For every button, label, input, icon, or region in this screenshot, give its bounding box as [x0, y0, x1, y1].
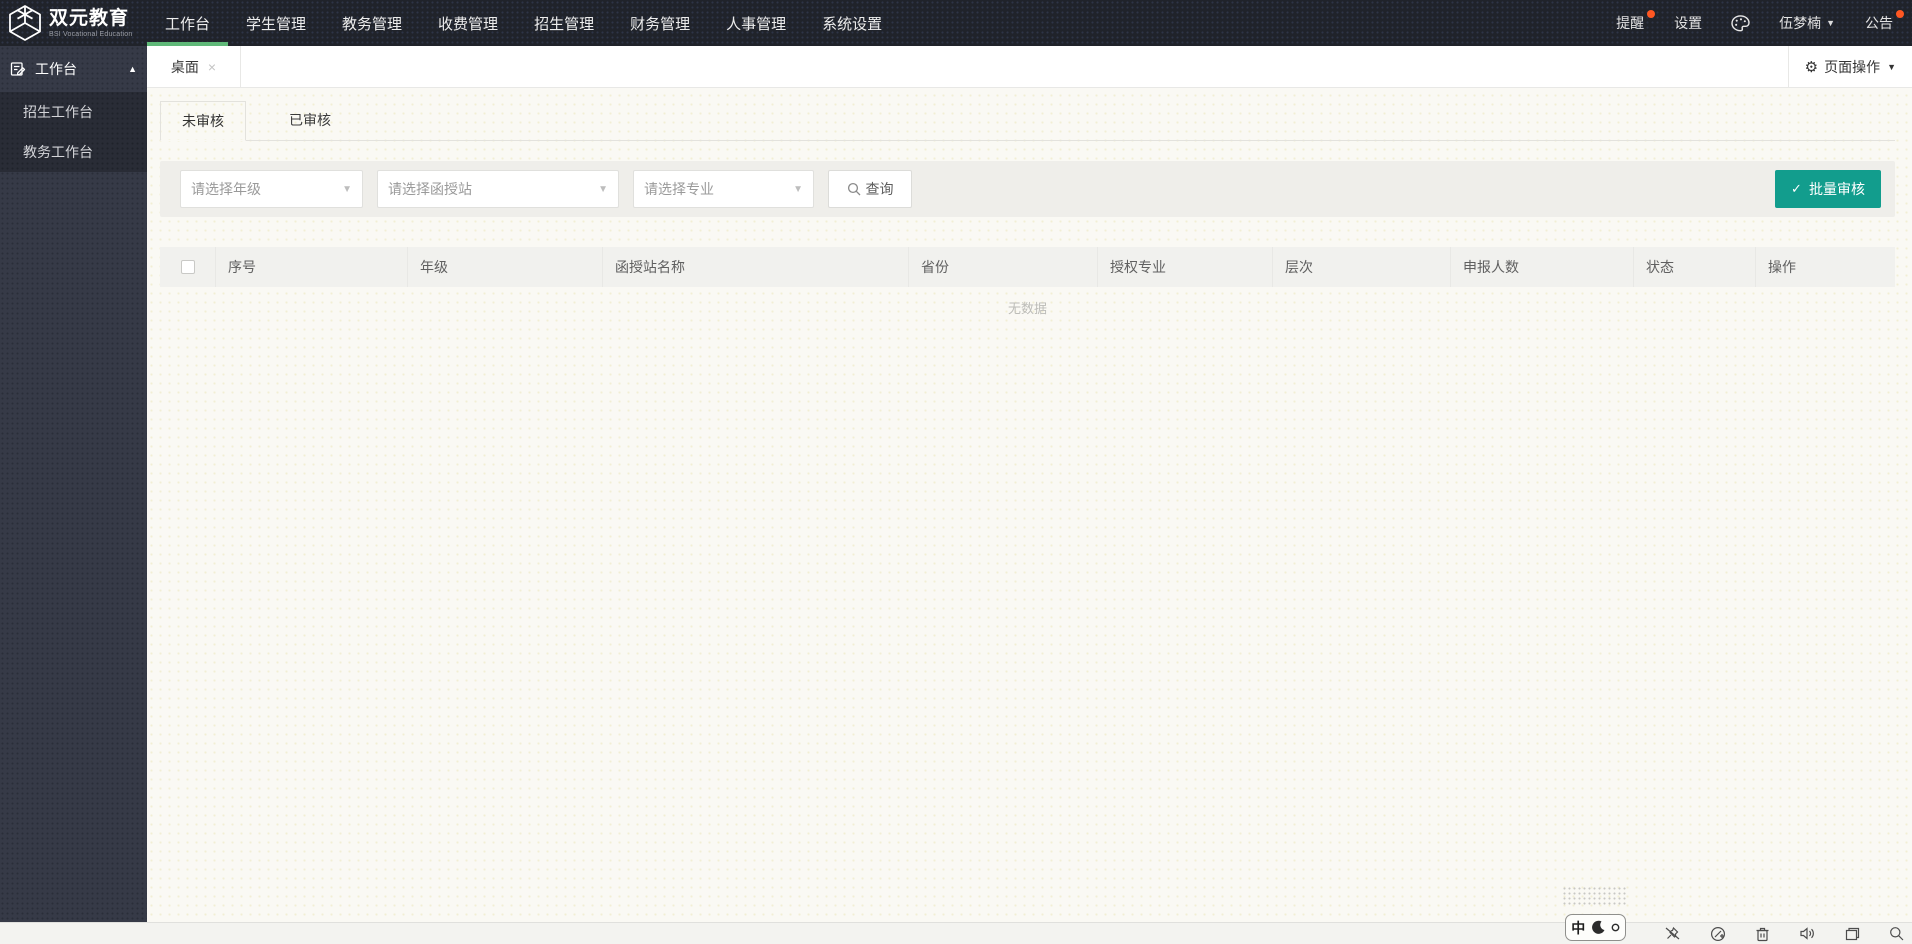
topnav-item-enrollment[interactable]: 招生管理	[516, 0, 612, 46]
sidebar-item-academic-workbench[interactable]: 教务工作台	[0, 132, 147, 172]
sidebar-parent-label: 工作台	[35, 61, 77, 77]
col-header-province: 省份	[909, 247, 1098, 287]
moon-icon	[1591, 920, 1604, 934]
search-icon	[847, 182, 860, 196]
topnav-item-academic[interactable]: 教务管理	[324, 0, 420, 46]
station-select[interactable]: 请选择函授站 ▼	[377, 170, 619, 208]
page-tab-bar: 桌面 × ⚙ 页面操作 ▼	[147, 46, 1912, 88]
topnav-item-fees[interactable]: 收费管理	[420, 0, 516, 46]
user-menu[interactable]: 伍梦楠 ▼	[1764, 0, 1850, 46]
collapse-arrow-icon: ▲	[128, 64, 137, 74]
col-header-station: 函授站名称	[603, 247, 909, 287]
tab-desktop[interactable]: 桌面 ×	[147, 46, 241, 87]
topbar-right: 提醒 设置 伍梦楠 ▼ 公告	[1601, 0, 1912, 46]
col-header-actions: 操作	[1768, 259, 1796, 275]
col-header-major: 授权专业	[1098, 247, 1273, 287]
col-header-grade: 年级	[408, 247, 603, 287]
top-nav: 工作台 学生管理 教务管理 收费管理 招生管理 财务管理 人事管理 系统设置	[147, 0, 900, 46]
main-area: 桌面 × ⚙ 页面操作 ▼ 未审核 已审核 请选择年级 ▼ 请选择函授站 ▼ 请…	[147, 46, 1912, 922]
page-actions-dropdown[interactable]: ⚙ 页面操作 ▼	[1787, 46, 1912, 87]
performance-gauge-icon[interactable]	[1710, 926, 1726, 942]
filter-bar: 请选择年级 ▼ 请选择函授站 ▼ 请选择专业 ▼ 查询 ✓ 批量审核	[160, 161, 1895, 217]
system-tray	[1664, 926, 1912, 942]
topnav-item-finance[interactable]: 财务管理	[612, 0, 708, 46]
window-layers-icon[interactable]	[1845, 927, 1860, 941]
brand-subtitle: BSI Vocational Education	[49, 30, 133, 38]
trash-icon[interactable]	[1755, 926, 1770, 942]
brand-logo: 双元教育 BSI Vocational Education	[0, 0, 147, 46]
ime-language-label: 中	[1571, 919, 1586, 936]
chevron-down-icon: ▼	[793, 183, 803, 195]
ime-candidate-placeholder	[1562, 886, 1626, 905]
chevron-down-icon: ▼	[342, 183, 352, 195]
ime-indicator[interactable]: 中	[1565, 914, 1626, 941]
select-all-checkbox[interactable]	[180, 260, 195, 274]
check-icon: ✓	[1791, 181, 1802, 196]
workbench-icon	[10, 61, 26, 77]
sidebar-children: 招生工作台 教务工作台	[0, 92, 147, 172]
volume-icon[interactable]	[1799, 926, 1816, 941]
review-tabs: 未审核 已审核	[160, 100, 1895, 141]
sidebar: 工作台 ▲ 招生工作台 教务工作台	[0, 46, 147, 922]
sidebar-item-enrollment-workbench[interactable]: 招生工作台	[0, 92, 147, 132]
empty-state-text: 无数据	[1007, 301, 1047, 316]
content-panel: 未审核 已审核 请选择年级 ▼ 请选择函授站 ▼ 请选择专业 ▼ 查询 ✓ 批量…	[147, 88, 1912, 317]
col-header-index: 序号	[216, 247, 408, 287]
user-name: 伍梦楠	[1779, 15, 1822, 31]
chevron-down-icon: ▼	[1826, 18, 1835, 28]
col-header-status: 状态	[1634, 247, 1756, 287]
mode-dot-icon	[1611, 923, 1620, 932]
batch-review-button[interactable]: ✓ 批量审核	[1775, 170, 1881, 208]
table-header: 序号 年级 函授站名称 省份 授权专业 层次 申报人数 状态 操作	[160, 247, 1895, 287]
query-button[interactable]: 查询	[828, 170, 912, 208]
col-header-count: 申报人数	[1451, 247, 1634, 287]
tab-unreviewed[interactable]: 未审核	[160, 101, 246, 141]
topnav-item-system[interactable]: 系统设置	[804, 0, 900, 46]
sidebar-item-workbench[interactable]: 工作台 ▲	[0, 46, 147, 92]
brand-name: 双元教育	[49, 7, 130, 29]
search-icon[interactable]	[1889, 926, 1904, 941]
top-bar: 双元教育 BSI Vocational Education 工作台 学生管理 教…	[0, 0, 1912, 46]
select-all-cell	[160, 247, 216, 287]
topnav-item-hr[interactable]: 人事管理	[708, 0, 804, 46]
gear-icon: ⚙	[1804, 58, 1819, 76]
topnav-item-workbench[interactable]: 工作台	[147, 0, 229, 46]
chevron-down-icon: ▼	[598, 183, 608, 195]
notice-badge-dot	[1647, 10, 1656, 18]
notice-button[interactable]: 提醒	[1601, 0, 1659, 46]
theme-palette-button[interactable]	[1717, 0, 1764, 46]
grade-select[interactable]: 请选择年级 ▼	[180, 170, 363, 208]
close-icon[interactable]: ×	[208, 59, 216, 75]
topnav-item-students[interactable]: 学生管理	[228, 0, 324, 46]
brand-logo-icon	[9, 5, 41, 41]
pin-off-icon[interactable]	[1664, 926, 1681, 941]
announcement-badge-dot	[1896, 10, 1904, 18]
announcement-button[interactable]: 公告	[1850, 0, 1908, 46]
major-select[interactable]: 请选择专业 ▼	[633, 170, 814, 208]
col-header-level: 层次	[1273, 247, 1451, 287]
palette-icon	[1731, 14, 1750, 31]
chevron-down-icon: ▼	[1887, 61, 1896, 72]
settings-button[interactable]: 设置	[1659, 0, 1717, 46]
tab-reviewed[interactable]: 已审核	[268, 100, 352, 140]
